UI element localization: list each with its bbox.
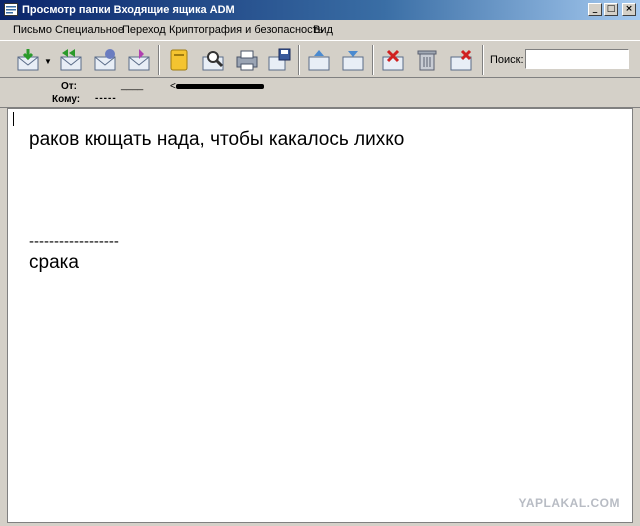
menu-item-letter[interactable]: Письмо bbox=[13, 24, 52, 36]
toolbar-separator bbox=[372, 45, 374, 75]
trash-icon[interactable] bbox=[414, 47, 440, 73]
message-text-line: раков кющать нада, чтобы какалось лихко bbox=[29, 129, 405, 150]
maximize-button[interactable]: □ bbox=[604, 3, 618, 16]
signature-text: срака bbox=[29, 252, 79, 273]
menu-item-go[interactable]: Переход bbox=[122, 24, 166, 36]
title-bar[interactable]: Просмотр папки Входящие ящика ADM _ □ × bbox=[0, 0, 640, 20]
signature-separator: ------------------ bbox=[29, 233, 119, 250]
to-value[interactable]: ----- bbox=[95, 93, 117, 104]
get-mail-icon[interactable] bbox=[15, 47, 41, 73]
window-title: Просмотр папки Входящие ящика ADM bbox=[22, 4, 235, 16]
app-icon bbox=[4, 3, 18, 16]
delete-icon[interactable] bbox=[448, 47, 474, 73]
menu-item-view[interactable]: Вид bbox=[313, 24, 333, 36]
text-caret bbox=[13, 112, 14, 126]
from-label: От: bbox=[61, 81, 78, 92]
menu-item-special[interactable]: Специальное bbox=[55, 24, 124, 36]
find-icon[interactable] bbox=[200, 47, 226, 73]
menu-item-crypto[interactable]: Криптография и безопасность bbox=[169, 24, 323, 36]
mark-spam-icon[interactable] bbox=[380, 47, 406, 73]
address-book-icon[interactable] bbox=[166, 47, 192, 73]
from-name[interactable]: ____ bbox=[121, 80, 143, 91]
close-button[interactable]: × bbox=[622, 3, 636, 16]
search-label: Поиск: bbox=[490, 54, 524, 66]
forward-icon[interactable] bbox=[92, 47, 118, 73]
minimize-button[interactable]: _ bbox=[588, 3, 602, 16]
window-controls: _ □ × bbox=[588, 3, 636, 16]
redaction-bar bbox=[176, 84, 264, 89]
to-label: Кому: bbox=[52, 94, 81, 105]
chevron-down-icon[interactable]: ▼ bbox=[44, 57, 52, 66]
toolbar-separator bbox=[482, 45, 484, 75]
menu-bar: Письмо Специальное Переход Криптография … bbox=[0, 20, 640, 40]
move-up-icon[interactable] bbox=[306, 47, 332, 73]
toolbar-separator bbox=[158, 45, 160, 75]
reply-all-icon[interactable] bbox=[58, 47, 84, 73]
from-email-bracket: < bbox=[170, 81, 176, 92]
watermark: YAPLAKAL.COM bbox=[518, 496, 620, 510]
print-icon[interactable] bbox=[234, 47, 260, 73]
save-icon[interactable] bbox=[266, 47, 292, 73]
search-input[interactable] bbox=[525, 49, 629, 69]
toolbar-separator bbox=[298, 45, 300, 75]
message-body[interactable]: раков кющать нада, чтобы какалось лихко … bbox=[7, 108, 633, 523]
move-down-icon[interactable] bbox=[340, 47, 366, 73]
message-headers: От: ____ < Кому: ----- bbox=[0, 78, 640, 108]
toolbar: ▼ Поиск: bbox=[0, 40, 640, 78]
new-message-icon[interactable] bbox=[126, 47, 152, 73]
